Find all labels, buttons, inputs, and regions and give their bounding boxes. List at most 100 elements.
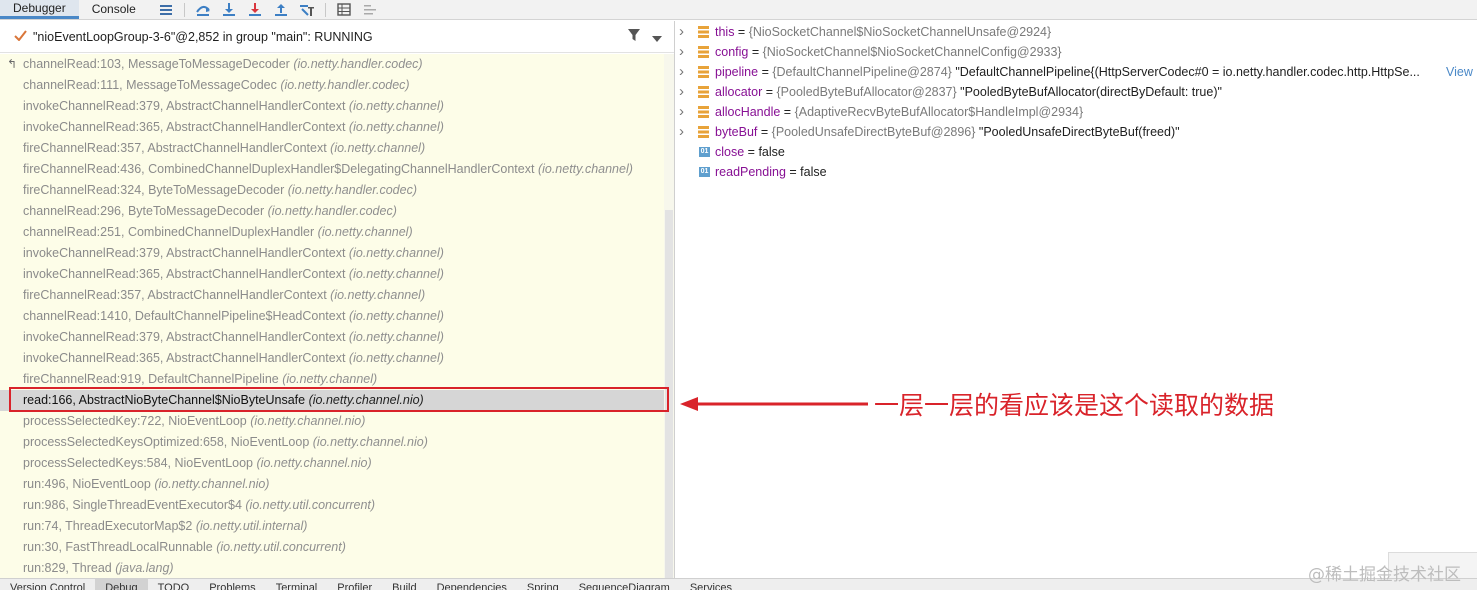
scrollbar-thumb[interactable] bbox=[665, 210, 673, 578]
stack-frame[interactable]: channelRead:111, MessageToMessageCodec (… bbox=[0, 75, 664, 96]
variable-row-close[interactable]: 01 close = false bbox=[676, 142, 1477, 162]
stack-frame[interactable]: channelRead:1410, DefaultChannelPipeline… bbox=[0, 306, 664, 327]
stack-frame[interactable]: run:496, NioEventLoop (io.netty.channel.… bbox=[0, 474, 664, 495]
variable-row-byteBuf[interactable]: › byteBuf = {PooledUnsafeDirectByteBuf@28… bbox=[676, 122, 1477, 142]
step-into-icon[interactable] bbox=[218, 1, 240, 19]
variable-row-allocator[interactable]: › allocator = {PooledByteBufAllocator@283… bbox=[676, 82, 1477, 102]
frames-list: ↰ channelRead:103, MessageToMessageDecode… bbox=[0, 54, 674, 578]
filter-icon[interactable] bbox=[628, 29, 640, 44]
stack-frame[interactable]: invokeChannelRead:365, AbstractChannelHa… bbox=[0, 117, 664, 138]
variable-ref: {NioSocketChannel$NioSocketChannelConfig… bbox=[762, 45, 1062, 59]
bottom-tab[interactable]: SequenceDiagram bbox=[569, 579, 680, 590]
bottom-tab[interactable]: Terminal bbox=[266, 579, 328, 590]
frame-package: (io.netty.handler.codec) bbox=[280, 78, 410, 92]
tab-debugger[interactable]: Debugger bbox=[0, 0, 79, 19]
step-out-icon[interactable] bbox=[270, 1, 292, 19]
frame-package: (io.netty.channel.nio) bbox=[250, 414, 366, 428]
variable-value: false bbox=[758, 145, 785, 159]
variable-row-config[interactable]: › config = {NioSocketChannel$NioSocketCha… bbox=[676, 42, 1477, 62]
bottom-tab[interactable]: Build bbox=[382, 579, 426, 590]
chevron-down-icon[interactable] bbox=[652, 31, 662, 45]
frame-method: processSelectedKeysOptimized:658, NioEve… bbox=[23, 435, 310, 449]
frame-method: fireChannelRead:357, AbstractChannelHand… bbox=[23, 288, 327, 302]
stack-frame[interactable]: run:829, Thread (java.lang) bbox=[0, 558, 664, 578]
variable-value: false bbox=[800, 165, 827, 179]
variable-name: config bbox=[715, 45, 749, 59]
stack-frame[interactable]: ↰ channelRead:103, MessageToMessageDecode… bbox=[0, 54, 664, 75]
view-link[interactable]: View bbox=[1446, 62, 1473, 82]
stack-frame[interactable]: run:74, ThreadExecutorMap$2 (io.netty.ut… bbox=[0, 516, 664, 537]
bottom-tab[interactable]: Services bbox=[680, 579, 742, 590]
variable-value: "DefaultChannelPipeline{(HttpServerCodec… bbox=[951, 65, 1420, 79]
stack-frame[interactable]: processSelectedKey:722, NioEventLoop (io… bbox=[0, 411, 664, 432]
bottom-tab[interactable]: Profiler bbox=[327, 579, 382, 590]
step-over-icon[interactable] bbox=[192, 1, 214, 19]
variable-equals: = bbox=[785, 165, 801, 179]
chevron-right-icon[interactable]: › bbox=[679, 122, 684, 142]
frame-method: run:496, NioEventLoop bbox=[23, 477, 151, 491]
frame-package: (java.lang) bbox=[115, 561, 174, 575]
stack-frame[interactable]: invokeChannelRead:365, AbstractChannelHa… bbox=[0, 264, 664, 285]
variable-equals: = bbox=[748, 45, 763, 59]
bottom-tab[interactable]: Problems bbox=[199, 579, 265, 590]
stack-frame[interactable]: run:986, SingleThreadEventExecutor$4 (io… bbox=[0, 495, 664, 516]
stack-frame[interactable]: fireChannelRead:357, AbstractChannelHand… bbox=[0, 138, 664, 159]
stack-frame[interactable]: processSelectedKeys:584, NioEventLoop (i… bbox=[0, 453, 664, 474]
field-icon bbox=[698, 66, 709, 78]
chevron-right-icon[interactable]: › bbox=[679, 62, 684, 82]
variable-ref: {NioSocketChannel$NioSocketChannelUnsafe… bbox=[748, 25, 1052, 39]
list-icon[interactable] bbox=[155, 1, 177, 19]
chevron-right-icon[interactable]: › bbox=[679, 42, 684, 62]
frame-package: (io.netty.channel) bbox=[348, 330, 444, 344]
toolbar-separator bbox=[183, 2, 185, 17]
stack-frame[interactable]: run:30, FastThreadLocalRunnable (io.nett… bbox=[0, 537, 664, 558]
frame-package: (io.netty.channel) bbox=[317, 225, 413, 239]
force-step-into-icon[interactable] bbox=[244, 1, 266, 19]
bottom-tab[interactable]: Debug bbox=[95, 579, 148, 590]
annotation-arrow bbox=[680, 397, 868, 411]
stack-frame[interactable]: invokeChannelRead:365, AbstractChannelHa… bbox=[0, 348, 664, 369]
stack-frame[interactable]: processSelectedKeysOptimized:658, NioEve… bbox=[0, 432, 664, 453]
frames-panel: "nioEventLoopGroup-3-6"@2,852 in group "… bbox=[0, 21, 675, 578]
frame-method: run:829, Thread bbox=[23, 561, 112, 575]
frame-package: (io.netty.channel) bbox=[330, 288, 426, 302]
trace-icon[interactable] bbox=[359, 1, 381, 19]
frame-package: (io.netty.channel) bbox=[348, 351, 444, 365]
stack-frame[interactable]: invokeChannelRead:379, AbstractChannelHa… bbox=[0, 327, 664, 348]
bottom-tab[interactable]: Spring bbox=[517, 579, 569, 590]
stack-frame[interactable]: channelRead:296, ByteToMessageDecoder (i… bbox=[0, 201, 664, 222]
stack-frame[interactable]: fireChannelRead:324, ByteToMessageDecode… bbox=[0, 180, 664, 201]
debugger-window: Debugger Console "nioEventLoopGroup-3-6"… bbox=[0, 0, 1477, 590]
stack-frame[interactable]: fireChannelRead:357, AbstractChannelHand… bbox=[0, 285, 664, 306]
evaluate-icon[interactable] bbox=[333, 1, 355, 19]
frame-package: (io.netty.handler.codec) bbox=[293, 57, 423, 71]
chevron-right-icon[interactable]: › bbox=[679, 22, 684, 42]
bottom-tab[interactable]: TODO bbox=[148, 579, 200, 590]
stack-frame[interactable]: invokeChannelRead:379, AbstractChannelHa… bbox=[0, 96, 664, 117]
bottom-tab[interactable]: Dependencies bbox=[427, 579, 517, 590]
variable-ref: {PooledUnsafeDirectByteBuf@2896} bbox=[771, 125, 976, 139]
variable-row-pipeline[interactable]: › pipeline = {DefaultChannelPipeline@2874… bbox=[676, 62, 1477, 82]
chevron-right-icon[interactable]: › bbox=[679, 102, 684, 122]
stack-frame[interactable]: channelRead:251, CombinedChannelDuplexHa… bbox=[0, 222, 664, 243]
tab-console[interactable]: Console bbox=[79, 0, 149, 19]
stack-frame[interactable]: read:166, AbstractNioByteChannel$NioByte… bbox=[0, 390, 664, 411]
thread-selector[interactable]: "nioEventLoopGroup-3-6"@2,852 in group "… bbox=[0, 21, 674, 53]
bottom-tool-bar: Version Control Debug TODO Problems Terminal… bbox=[0, 578, 1477, 590]
return-arrow-icon: ↰ bbox=[7, 57, 18, 71]
variable-equals: = bbox=[758, 65, 773, 79]
bottom-tab[interactable]: Version Control bbox=[0, 579, 95, 590]
variable-equals: = bbox=[744, 145, 759, 159]
chevron-right-icon[interactable]: › bbox=[679, 82, 684, 102]
frame-method: fireChannelRead:357, AbstractChannelHand… bbox=[23, 141, 327, 155]
variable-row-this[interactable]: › this = {NioSocketChannel$NioSocketChann… bbox=[676, 22, 1477, 42]
run-to-cursor-icon[interactable] bbox=[296, 1, 318, 19]
stack-frame[interactable]: invokeChannelRead:379, AbstractChannelHa… bbox=[0, 243, 664, 264]
stack-frame[interactable]: fireChannelRead:919, DefaultChannelPipel… bbox=[0, 369, 664, 390]
variable-row-allocHandle[interactable]: › allocHandle = {AdaptiveRecvByteBufAlloc… bbox=[676, 102, 1477, 122]
variable-row-readPending[interactable]: 01 readPending = false bbox=[676, 162, 1477, 182]
frame-method: read:166, AbstractNioByteChannel$NioByte… bbox=[23, 393, 306, 407]
variable-name: byteBuf bbox=[715, 125, 758, 139]
stack-frame[interactable]: fireChannelRead:436, CombinedChannelDupl… bbox=[0, 159, 664, 180]
variable-ref: {DefaultChannelPipeline@2874} bbox=[772, 65, 952, 79]
